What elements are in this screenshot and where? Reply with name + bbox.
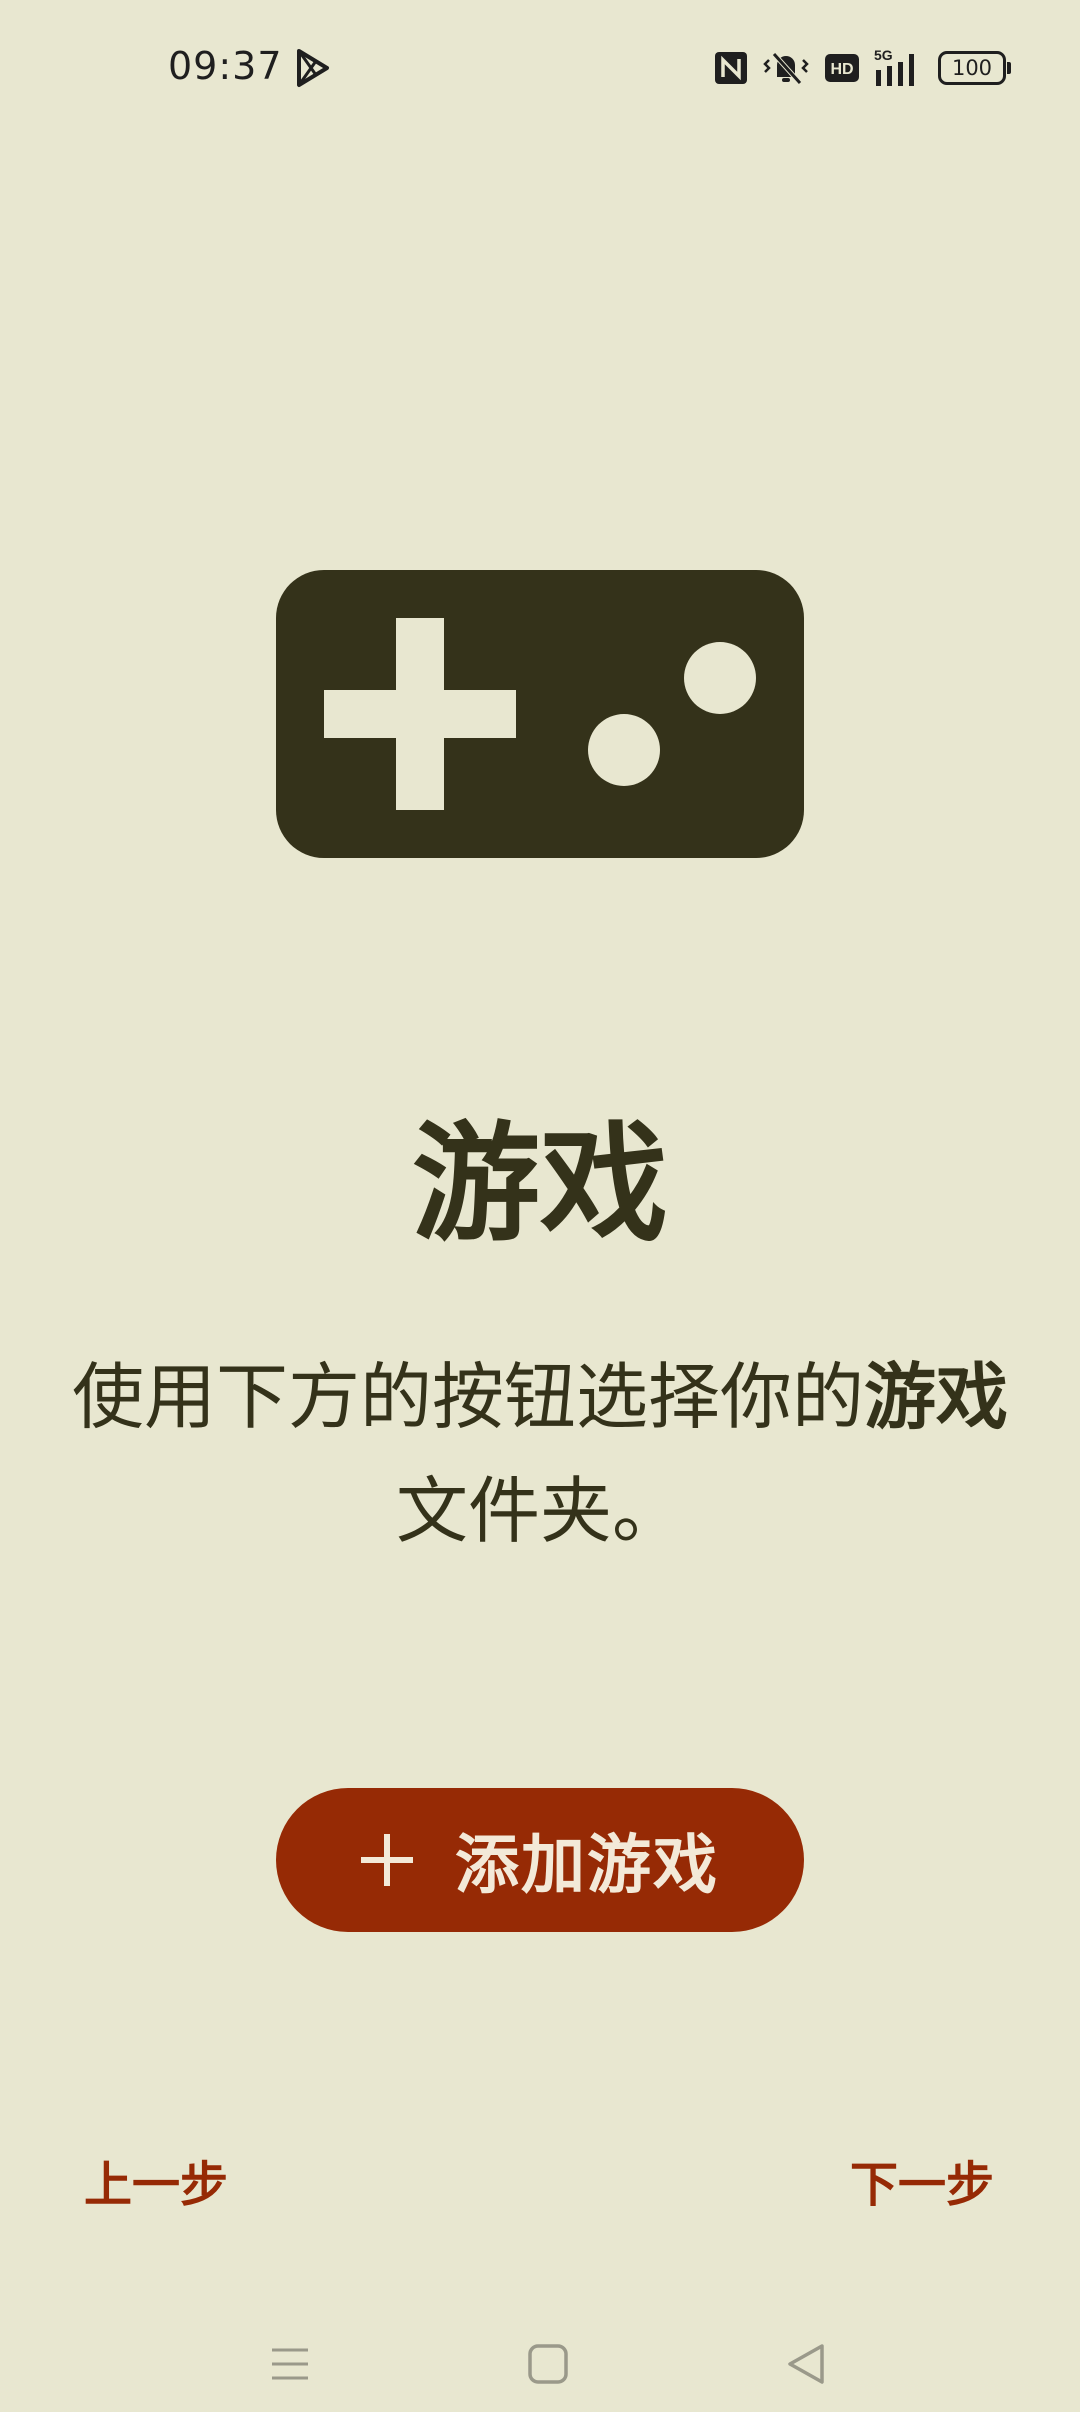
- plus-icon: [361, 1834, 413, 1886]
- menu-icon[interactable]: [266, 2340, 314, 2388]
- next-step-button[interactable]: 下一步: [850, 2152, 994, 2218]
- add-game-label: 添加游戏: [455, 1829, 719, 1903]
- 5g-signal-icon: 5G: [874, 48, 914, 86]
- page-title: 游戏: [411, 1110, 668, 1259]
- status-time: 09:37: [168, 44, 283, 88]
- status-icons: HD 5G 100: [714, 46, 1011, 90]
- home-icon[interactable]: [524, 2340, 572, 2388]
- network-label: 5G: [874, 48, 893, 63]
- vibrate-mute-icon: [763, 52, 809, 85]
- description-bold: 游戏: [864, 1355, 1009, 1439]
- play-store-icon: [297, 49, 329, 87]
- gamepad-icon: [276, 570, 804, 858]
- previous-step-button[interactable]: 上一步: [84, 2152, 228, 2218]
- system-nav-bar: [0, 2300, 1080, 2412]
- add-game-button[interactable]: 添加游戏: [276, 1788, 804, 1932]
- page-description: 使用下方的按钮选择你的游戏文件夹。: [40, 1340, 1040, 1568]
- hd-label: HD: [830, 61, 853, 78]
- nfc-icon: [715, 52, 747, 84]
- description-suffix: 文件夹。: [395, 1469, 684, 1553]
- description-prefix: 使用下方的按钮选择你的: [71, 1355, 864, 1439]
- status-bar: 09:37 HD 5G 100: [0, 0, 1080, 140]
- battery-indicator: 100: [938, 51, 1011, 85]
- back-icon[interactable]: [782, 2340, 830, 2388]
- hd-icon: HD: [825, 54, 859, 82]
